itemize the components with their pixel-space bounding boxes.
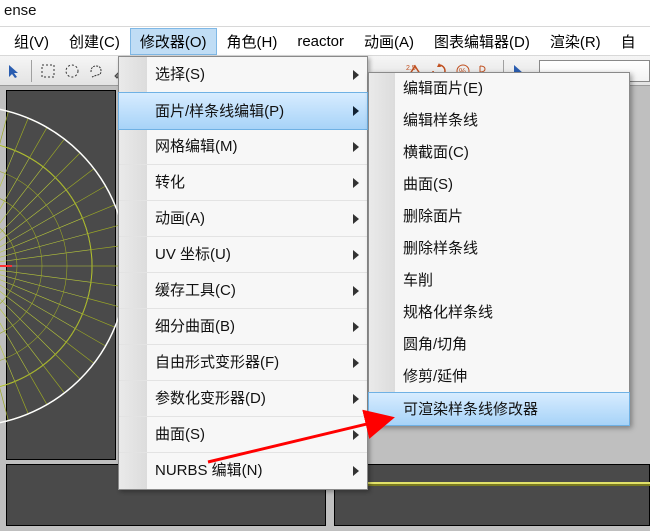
svg-text:2.5: 2.5 (406, 65, 416, 72)
chevron-right-icon (353, 394, 359, 404)
chevron-right-icon (353, 70, 359, 80)
menu-group[interactable]: 组(V) (4, 28, 59, 55)
chevron-right-icon (353, 106, 359, 116)
submenu-fillet-chamfer[interactable]: 圆角/切角 (369, 329, 629, 361)
chevron-right-icon (353, 178, 359, 188)
menu-item-uv-coords[interactable]: UV 坐标(U) (119, 237, 367, 273)
submenu-surface[interactable]: 曲面(S) (369, 169, 629, 201)
chevron-right-icon (353, 142, 359, 152)
chevron-right-icon (353, 430, 359, 440)
modifier-dropdown: 选择(S) 面片/样条线编辑(P) 网格编辑(M) 转化 动画(A) UV 坐标… (118, 56, 368, 490)
submenu-lathe[interactable]: 车削 (369, 265, 629, 297)
submenu-edit-patch[interactable]: 编辑面片(E) (369, 73, 629, 105)
chevron-right-icon (353, 286, 359, 296)
dashed-select-icon[interactable] (37, 60, 59, 82)
menu-item-mesh-editing[interactable]: 网格编辑(M) (119, 129, 367, 165)
menu-truncated[interactable]: 自 (611, 28, 646, 55)
submenu-edit-spline[interactable]: 编辑样条线 (369, 105, 629, 137)
submenu-delete-spline[interactable]: 删除样条线 (369, 233, 629, 265)
menu-create[interactable]: 创建(C) (59, 28, 130, 55)
menu-bar: 组(V) 创建(C) 修改器(O) 角色(H) reactor 动画(A) 图表… (0, 26, 650, 56)
app-root: ense 组(V) 创建(C) 修改器(O) 角色(H) reactor 动画(… (0, 0, 650, 531)
submenu-cross-section[interactable]: 横截面(C) (369, 137, 629, 169)
chevron-right-icon (353, 358, 359, 368)
menu-item-surface[interactable]: 曲面(S) (119, 417, 367, 453)
menu-item-freeform-deformers[interactable]: 自由形式变形器(F) (119, 345, 367, 381)
menu-item-cache-tools[interactable]: 缓存工具(C) (119, 273, 367, 309)
ground-line-icon (335, 465, 650, 527)
viewport-perspective[interactable] (334, 464, 650, 526)
viewport-top[interactable] (6, 90, 116, 460)
window-title: ense (0, 0, 650, 26)
cursor-icon[interactable] (4, 60, 26, 82)
menu-item-parametric-deformers[interactable]: 参数化变形器(D) (119, 381, 367, 417)
menu-item-patch-spline-editing[interactable]: 面片/样条线编辑(P) (118, 92, 368, 130)
menu-graph-editors[interactable]: 图表编辑器(D) (424, 28, 540, 55)
separator (31, 60, 32, 82)
menu-character[interactable]: 角色(H) (217, 28, 288, 55)
menu-item-animation[interactable]: 动画(A) (119, 201, 367, 237)
submenu-renderable-spline-modifier[interactable]: 可渲染样条线修改器 (368, 392, 630, 426)
menu-item-selection[interactable]: 选择(S) (119, 57, 367, 93)
chevron-right-icon (353, 322, 359, 332)
menu-modifier[interactable]: 修改器(O) (130, 28, 217, 55)
submenu-delete-patch[interactable]: 删除面片 (369, 201, 629, 233)
chevron-right-icon (353, 466, 359, 476)
menu-item-subdivision[interactable]: 细分曲面(B) (119, 309, 367, 345)
menu-item-conversion[interactable]: 转化 (119, 165, 367, 201)
lasso-icon[interactable] (85, 60, 107, 82)
wireframe-circle-icon (0, 81, 137, 471)
chevron-right-icon (353, 214, 359, 224)
menu-animation[interactable]: 动画(A) (354, 28, 424, 55)
submenu-normalize-spline[interactable]: 规格化样条线 (369, 297, 629, 329)
circle-select-icon[interactable] (61, 60, 83, 82)
menu-render[interactable]: 渲染(R) (540, 28, 611, 55)
menu-reactor[interactable]: reactor (287, 30, 354, 53)
chevron-right-icon (353, 250, 359, 260)
title-text: ense (4, 2, 37, 19)
menu-item-nurbs-editing[interactable]: NURBS 编辑(N) (119, 453, 367, 489)
patch-spline-submenu: 编辑面片(E) 编辑样条线 横截面(C) 曲面(S) 删除面片 删除样条线 车削… (368, 72, 630, 426)
submenu-trim-extend[interactable]: 修剪/延伸 (369, 361, 629, 393)
